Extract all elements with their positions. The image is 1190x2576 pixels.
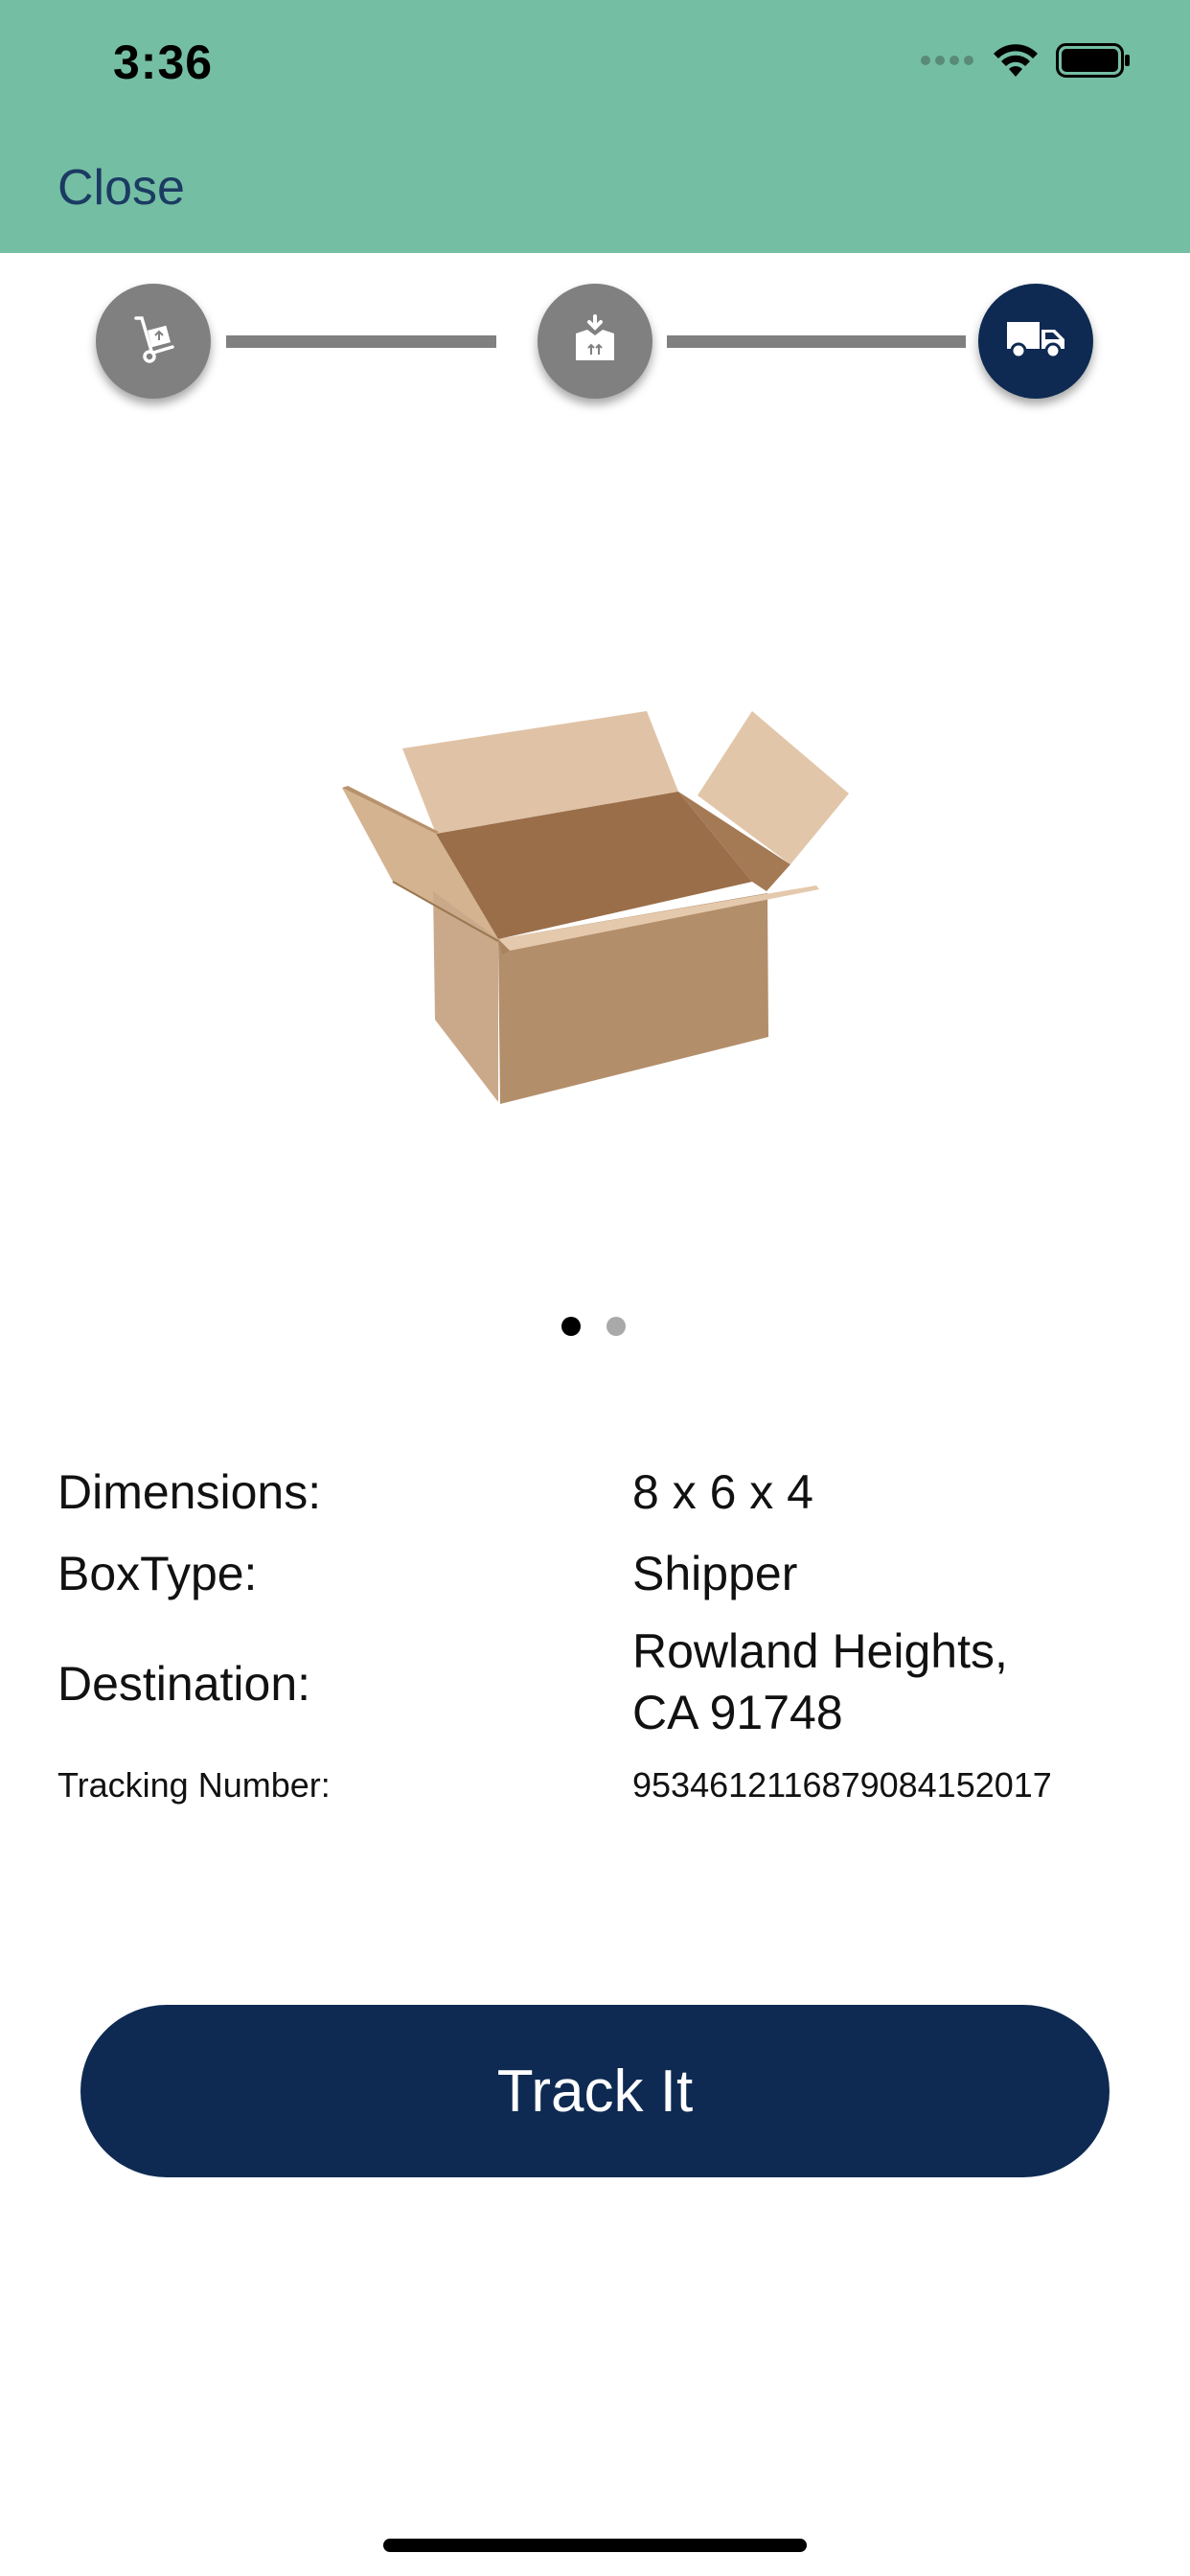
delivery-truck-icon [1005, 318, 1066, 365]
home-indicator[interactable] [383, 2539, 807, 2552]
progress-connector-2 [667, 335, 966, 348]
signal-icon [920, 54, 975, 72]
step-pickup[interactable] [96, 284, 211, 399]
hand-truck-icon [126, 312, 180, 371]
battery-icon [1056, 43, 1131, 82]
app-header: 3:36 Close [0, 0, 1190, 253]
status-time: 3:36 [113, 35, 214, 89]
track-it-button[interactable]: Track It [80, 2005, 1110, 2177]
step-in-transit[interactable] [978, 284, 1093, 399]
boxtype-label: BoxType: [57, 1547, 258, 1600]
dimensions-value: 8 x 6 x 4 [632, 1465, 813, 1519]
boxtype-value: Shipper [632, 1547, 798, 1600]
dimensions-label: Dimensions: [57, 1465, 322, 1519]
box-image[interactable] [326, 690, 862, 1150]
destination-line-1: Rowland Heights, [632, 1624, 1008, 1678]
packed-box-icon [568, 312, 622, 371]
shipment-progress [0, 253, 1190, 426]
destination-label: Destination: [57, 1657, 311, 1711]
page-indicator[interactable] [561, 1317, 626, 1336]
destination-line-2: CA 91748 [632, 1686, 843, 1739]
page-dot-1[interactable] [561, 1317, 581, 1336]
close-button[interactable]: Close [57, 159, 185, 217]
wifi-icon [993, 42, 1039, 83]
page-dot-2[interactable] [606, 1317, 626, 1336]
tracking-number-value: 9534612116879084152017 [632, 1765, 1052, 1805]
progress-connector-1 [226, 335, 496, 348]
status-icons [920, 42, 1131, 83]
step-packed[interactable] [538, 284, 652, 399]
tracking-number-label: Tracking Number: [57, 1765, 331, 1805]
